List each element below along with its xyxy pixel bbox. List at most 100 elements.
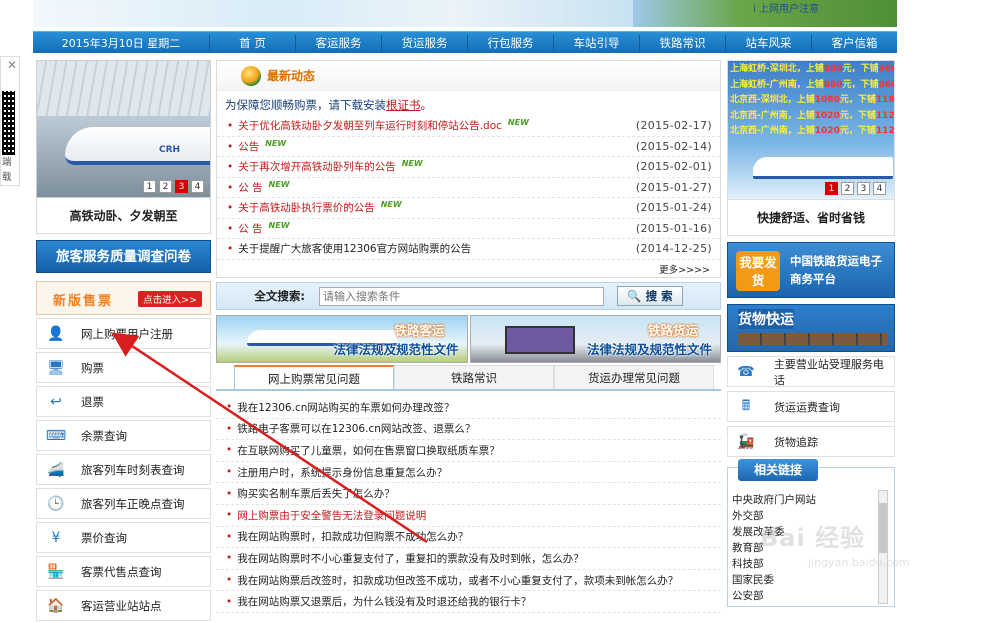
promo-line: 上海虹桥-广州南，上铺880元，下铺960元 xyxy=(730,79,894,90)
promo-page-3[interactable]: 3 xyxy=(857,182,870,195)
slide-pager: 1 2 3 4 xyxy=(143,180,204,193)
menu-item-5[interactable]: 🕒 旅客列车正晚点查询 xyxy=(36,488,211,519)
highspeed-slideshow[interactable]: CRH 1 2 3 4 xyxy=(36,60,211,198)
news-title-link[interactable]: 公告NEW xyxy=(227,139,286,154)
express-freight-banner[interactable]: 货物快运 xyxy=(727,304,895,352)
menu-item-2[interactable]: ↩ 退票 xyxy=(36,386,211,417)
news-title-link[interactable]: 公 告NEW xyxy=(227,179,290,195)
new-badge: NEW xyxy=(268,179,290,189)
menu-item-label: 余票查询 xyxy=(81,428,127,443)
news-title-link[interactable]: 关于高铁动卧执行票价的公告NEW xyxy=(227,200,401,215)
news-row[interactable]: 关于优化高铁动卧夕发朝至列车运行时刻和停站公告.docNEW (2015-02-1… xyxy=(217,116,720,137)
promo-line: 北京西-广州南，上铺1020元，下铺1120元 xyxy=(730,110,894,121)
nav-parcel[interactable]: 行包服务 xyxy=(467,34,553,51)
nav-railway-knowledge[interactable]: 铁路常识 xyxy=(639,34,725,51)
banner-sky xyxy=(33,0,633,27)
banner-hint: i 上网用户注意 xyxy=(753,4,819,15)
news-title-link[interactable]: 公 告NEW xyxy=(227,221,289,236)
news-title-link[interactable]: 关于再次增开高铁动卧列车的公告NEW xyxy=(227,159,423,174)
service-menu: 👤 网上购票用户注册 🖥 购票 ↩ 退票 ⌨ 余票查询 🚄 旅客列车时刻表查询 🕒 旅客列车正晚点查询… xyxy=(36,318,211,621)
freight-regulation-banner[interactable]: 铁路货运 法律法规及规范性文件 xyxy=(469,315,721,363)
slide-caption[interactable]: 高铁动卧、夕发朝至 xyxy=(36,198,211,234)
faq-row[interactable]: 我在网站购票后改签时，扣款成功但改签不成功，或者不小心重复支付了，款项未到帐怎么… xyxy=(216,570,721,592)
menu-item-1[interactable]: 🖥 购票 xyxy=(36,352,211,383)
news-box: 最新动态 为保障您顺畅购票，请下载安装根证书。 关于优化高铁动卧夕发朝至列车运行… xyxy=(216,60,721,278)
clock-icon: 🕒 xyxy=(47,495,65,512)
news-row[interactable]: 公 告NEW (2015-01-27) xyxy=(217,178,720,198)
passenger-regulation-banner[interactable]: 铁路客运 法律法规及规范性文件 xyxy=(216,315,468,363)
train-icon: 🚄 xyxy=(47,461,65,478)
search-label: 全文搜索: xyxy=(254,289,305,303)
menu-item-8[interactable]: 🏠 客运营业站站点 xyxy=(36,590,211,621)
menu-item-3[interactable]: ⌨ 余票查询 xyxy=(36,420,211,451)
promo-page-4[interactable]: 4 xyxy=(873,182,886,195)
faq-row[interactable]: 在互联网购买了儿童票，如何在售票窗口换取纸质车票？ xyxy=(216,440,721,462)
new-badge: NEW xyxy=(401,159,423,169)
enter-button[interactable]: 点击进入>> xyxy=(138,291,202,307)
news-date: (2015-01-24) xyxy=(635,201,712,215)
price-promo-slideshow[interactable]: 上海虹桥-深圳北，上铺880元，下铺960元上海虹桥-广州南，上铺880元，下铺… xyxy=(727,60,895,200)
promo-lines: 上海虹桥-深圳北，上铺880元，下铺960元上海虹桥-广州南，上铺880元，下铺… xyxy=(728,61,894,139)
close-icon[interactable]: ✕ xyxy=(7,58,17,72)
search-button[interactable]: 🔍 搜 索 xyxy=(617,286,683,306)
news-date: (2015-01-16) xyxy=(635,221,712,235)
main-navbar: 2015年3月10日 星期二 首 页 客运服务 货运服务 行包服务 车站引导 铁… xyxy=(33,31,897,53)
related-link[interactable]: 公安部 xyxy=(732,588,872,604)
faq-row[interactable]: 我在网站购票时，扣款成功但购票不成功怎么办？ xyxy=(216,527,721,549)
faq-row[interactable]: 我在12306.cn网站购买的车票如何办理改签？ xyxy=(216,397,721,419)
center-panel: 最新动态 为保障您顺畅购票，请下载安装根证书。 关于优化高铁动卧夕发朝至列车运行… xyxy=(216,60,721,613)
new-ticketing-banner[interactable]: 新版售票 点击进入>> xyxy=(36,281,211,315)
slide-page-4[interactable]: 4 xyxy=(191,180,204,193)
news-row[interactable]: 公 告NEW (2015-01-16) xyxy=(217,219,720,239)
news-date: (2015-02-17) xyxy=(635,119,712,133)
nav-passenger[interactable]: 客运服务 xyxy=(295,34,381,51)
slide-page-2[interactable]: 2 xyxy=(159,180,172,193)
faq-row[interactable]: 注册用户时，系统提示身份信息重复怎么办？ xyxy=(216,462,721,484)
nav-mailbox[interactable]: 客户信箱 xyxy=(811,34,897,51)
station-roof xyxy=(37,61,210,116)
search-input[interactable] xyxy=(319,286,604,306)
faq-list: 我在12306.cn网站购买的车票如何办理改签？铁路电子客票可以在12306.c… xyxy=(216,397,721,613)
tab-online-faq[interactable]: 网上购票常见问题 xyxy=(234,365,394,389)
news-row[interactable]: 关于再次增开高铁动卧列车的公告NEW (2015-02-01) xyxy=(217,157,720,178)
news-date: (2015-02-01) xyxy=(635,160,712,174)
news-row[interactable]: 关于提醒广大旅客使用12306官方网站购票的公告 (2014-12-25) xyxy=(217,239,720,260)
slide-page-1[interactable]: 1 xyxy=(143,180,156,193)
faq-row[interactable]: 铁路电子客票可以在12306.cn网站改签、退票么？ xyxy=(216,419,721,441)
freight-menu-item[interactable]: ☎ 主要营业站受理服务电话 xyxy=(727,356,895,387)
news-title-link[interactable]: 关于优化高铁动卧夕发朝至列车运行时刻和停站公告.docNEW xyxy=(227,118,529,133)
related-link[interactable]: 中央政府门户网站 xyxy=(732,492,872,508)
nav-home[interactable]: 首 页 xyxy=(209,34,295,51)
freight-menu-item[interactable]: 🚂 货物追踪 xyxy=(727,426,895,457)
menu-item-4[interactable]: 🚄 旅客列车时刻表查询 xyxy=(36,454,211,485)
top-banner: i 上网用户注意 xyxy=(33,0,897,27)
news-row[interactable]: 关于高铁动卧执行票价的公告NEW (2015-01-24) xyxy=(217,198,720,219)
freight-ecommerce-banner[interactable]: 我要发货 中国铁路货运电子商务平台 xyxy=(727,242,895,298)
promo-caption[interactable]: 快捷舒适、省时省钱 xyxy=(727,200,895,236)
tab-freight-faq[interactable]: 货运办理常见问题 xyxy=(554,365,714,389)
promo-page-1[interactable]: 1 xyxy=(825,182,838,195)
crh-logo: CRH xyxy=(159,145,181,155)
ecommerce-text: 中国铁路货运电子商务平台 xyxy=(790,254,882,286)
nav-style[interactable]: 站车风采 xyxy=(725,34,811,51)
tab-railway-knowledge[interactable]: 铁路常识 xyxy=(394,365,554,389)
survey-banner[interactable]: 旅客服务质量调查问卷 xyxy=(36,240,211,273)
menu-item-0[interactable]: 👤 网上购票用户注册 xyxy=(36,318,211,349)
faq-row[interactable]: 我在网站购票时不小心重复支付了，重复扣的票款没有及时到帐，怎么办？ xyxy=(216,548,721,570)
nav-station-guide[interactable]: 车站引导 xyxy=(553,34,639,51)
news-row[interactable]: 公告NEW (2015-02-14) xyxy=(217,137,720,157)
menu-item-6[interactable]: ¥ 票价查询 xyxy=(36,522,211,553)
faq-row[interactable]: 购买实名制车票后丢失了怎么办？ xyxy=(216,483,721,505)
menu-item-7[interactable]: 🏪 客票代售点查询 xyxy=(36,556,211,587)
slide-page-3[interactable]: 3 xyxy=(175,180,188,193)
nav-freight[interactable]: 货运服务 xyxy=(381,34,467,51)
root-cert-link[interactable]: 根证书 xyxy=(386,98,421,112)
promo-page-2[interactable]: 2 xyxy=(841,182,854,195)
more-link[interactable]: 更多>>>> xyxy=(217,262,720,276)
faq-row[interactable]: 网上购票由于安全警告无法登录问题说明 xyxy=(216,505,721,527)
freight-menu-item[interactable]: 🖩 货运运费查询 xyxy=(727,391,895,422)
qr-widget: ✕ 端载 xyxy=(0,56,20,186)
baidu-watermark: Bai 经验 jingyan.baidu.com xyxy=(760,524,910,569)
news-title-link[interactable]: 关于提醒广大旅客使用12306官方网站购票的公告 xyxy=(227,241,471,256)
faq-row[interactable]: 我在网站购票又退票后，为什么钱没有及时退还给我的银行卡？ xyxy=(216,591,721,613)
